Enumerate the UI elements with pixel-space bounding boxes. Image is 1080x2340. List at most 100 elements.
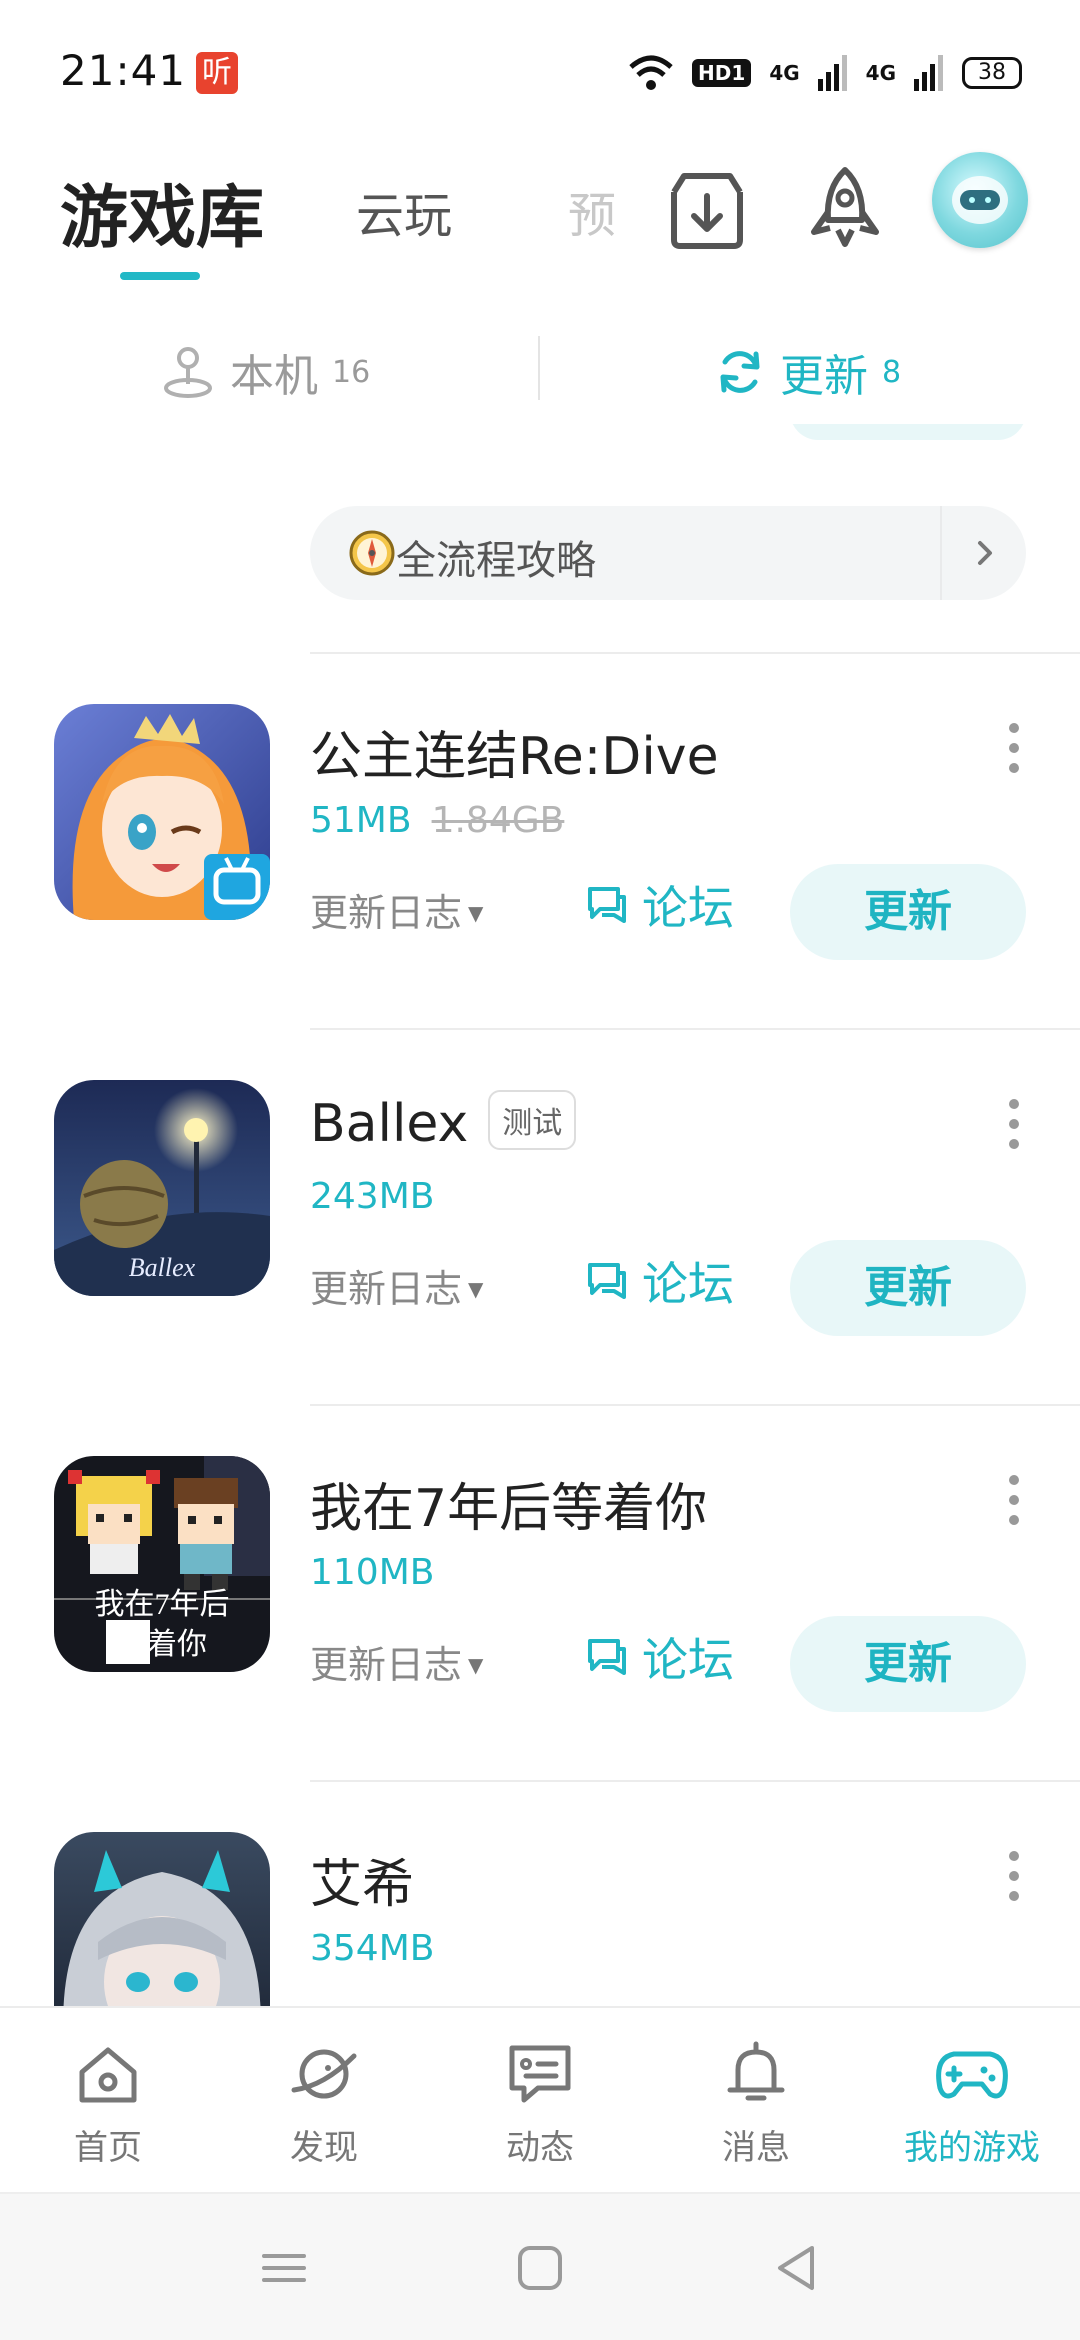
game-item-ballex[interactable]: Ballex Ballex 测试 243MB 更新日志 ▼ 论坛 更新 <box>0 1050 1080 1425</box>
wait-icon-title-line1: 我在7年后 <box>95 1588 230 1621</box>
tab-game-library[interactable]: 游戏库 <box>60 162 264 261</box>
caret-down-icon: ▼ <box>468 1653 484 1677</box>
filter-divider <box>538 336 540 400</box>
guide-separator <box>940 506 942 600</box>
nav-feed[interactable]: 动态 <box>432 2038 648 2169</box>
forum-link[interactable]: 论坛 <box>584 1248 734 1314</box>
game-update-list[interactable]: 全流程攻略 公主连结Re:Dive 51MB 1.84GB 更新日志 ▼ 论坛 … <box>0 424 1080 2006</box>
gamepad-icon <box>936 2051 1008 2099</box>
feed-chat-icon <box>509 2045 571 2103</box>
full-walkthrough-guide-bar[interactable]: 全流程攻略 <box>310 506 1026 600</box>
recent-apps-icon[interactable] <box>256 2240 312 2296</box>
hd-network-badge: HD1 <box>692 59 752 87</box>
listen-app-badge-icon: 听 <box>196 52 238 94</box>
game-icon-icey[interactable] <box>54 1832 270 2006</box>
signal-bars-icon <box>817 55 847 91</box>
tab-cloud-play[interactable]: 云玩 <box>356 176 452 246</box>
game-icon-wait-for-you-in-7-years[interactable]: 我在7年后 等着你 <box>54 1456 270 1672</box>
game-icon-princess-connect[interactable] <box>54 704 270 920</box>
system-navigation-bar <box>0 2192 1080 2340</box>
game-item-wait-for-you-in-7-years[interactable]: 我在7年后 等着你 我在7年后等着你 110MB 更新日志 ▼ 论坛 更新 <box>0 1426 1080 1801</box>
game-size: 51MB 1.84GB <box>310 800 564 841</box>
game-item-princess-connect[interactable]: 公主连结Re:Dive 51MB 1.84GB 更新日志 ▼ 论坛 更新 <box>0 674 1080 1049</box>
caret-down-icon: ▼ <box>468 1277 484 1301</box>
status-icons: HD1 4G 4G 38 <box>628 50 1022 96</box>
list-divider <box>310 652 1080 654</box>
wifi-icon <box>629 55 673 90</box>
nav-home[interactable]: 首页 <box>0 2038 216 2169</box>
back-icon[interactable] <box>768 2240 824 2296</box>
changelog-toggle[interactable]: 更新日志 ▼ <box>310 882 483 937</box>
game-name[interactable]: 我在7年后等着你 <box>310 1466 707 1541</box>
planet-discover-icon <box>291 2049 357 2099</box>
filter-updates[interactable]: 更新 8 <box>714 340 901 404</box>
changelog-label: 更新日志 <box>310 891 463 935</box>
update-button[interactable]: 更新 <box>790 1616 1026 1712</box>
tab-preorder[interactable]: 预 <box>568 176 620 246</box>
list-divider <box>310 1780 1080 1782</box>
nav-my-games-label: 我的游戏 <box>904 2128 1040 2168</box>
home-system-icon[interactable] <box>512 2240 568 2296</box>
game-size: 354MB <box>310 1928 435 1969</box>
wait-icon-title-line2: 等着你 <box>117 1628 207 1661</box>
guide-label: 全流程攻略 <box>396 538 596 584</box>
nav-discover[interactable]: 发现 <box>216 2038 432 2169</box>
user-avatar[interactable] <box>932 152 1028 248</box>
forum-link[interactable]: 论坛 <box>584 872 734 938</box>
game-name[interactable]: 公主连结Re:Dive <box>310 714 719 789</box>
status-bar: 21:41 听 HD1 4G 4G 38 <box>0 0 1080 140</box>
bottom-navigation: 首页 发现 动态 消息 我的游戏 <box>0 2006 1080 2192</box>
nav-messages-label: 消息 <box>722 2128 790 2168</box>
previous-item-update-button[interactable] <box>790 424 1026 440</box>
signal-bars-icon-2 <box>914 55 943 91</box>
chevron-right-icon <box>978 541 992 565</box>
forum-chat-icon <box>588 1263 626 1299</box>
compass-icon <box>349 530 395 576</box>
game-size: 243MB <box>310 1176 435 1217</box>
filter-update-label: 更新 <box>780 351 868 402</box>
update-button[interactable]: 更新 <box>790 1240 1026 1336</box>
download-manager-icon[interactable] <box>662 162 752 252</box>
update-button[interactable]: 更新 <box>790 864 1026 960</box>
game-name[interactable]: 艾希 <box>310 1842 414 1917</box>
game-icon-ballex[interactable]: Ballex <box>54 1080 270 1296</box>
more-options-icon[interactable] <box>1004 1094 1024 1154</box>
more-options-icon[interactable] <box>1004 1470 1024 1530</box>
filter-row: 本机 16 更新 8 <box>0 316 1080 424</box>
battery-icon: 38 <box>962 57 1022 89</box>
game-name-row: Ballex 测试 <box>310 1090 577 1154</box>
forum-chat-icon <box>588 887 626 923</box>
local-device-icon <box>164 347 212 398</box>
changelog-label: 更新日志 <box>310 1643 463 1687</box>
signal-4g-label-1: 4G <box>769 61 800 85</box>
changelog-toggle[interactable]: 更新日志 ▼ <box>310 1634 483 1689</box>
bell-icon <box>727 2041 785 2101</box>
nav-my-games[interactable]: 我的游戏 <box>864 2038 1080 2169</box>
nav-feed-label: 动态 <box>506 2128 574 2168</box>
caret-down-icon: ▼ <box>468 901 484 925</box>
game-item-icey[interactable]: 艾希 354MB <box>0 1802 1080 2006</box>
filter-local-label: 本机 <box>230 351 318 402</box>
filter-update-count: 8 <box>882 354 902 390</box>
signal-4g-label-2: 4G <box>865 61 896 85</box>
filter-local-games[interactable]: 本机 16 <box>160 340 370 404</box>
forum-label: 论坛 <box>642 1633 734 1687</box>
status-time: 21:41 <box>60 46 187 95</box>
astronaut-avatar-icon <box>952 176 1008 224</box>
list-divider <box>310 1404 1080 1406</box>
nav-home-label: 首页 <box>74 2128 142 2168</box>
game-name[interactable]: Ballex <box>310 1094 468 1154</box>
nav-discover-label: 发现 <box>290 2128 358 2168</box>
forum-chat-icon <box>588 1639 626 1675</box>
more-options-icon[interactable] <box>1004 1846 1024 1906</box>
forum-label: 论坛 <box>642 881 734 935</box>
changelog-toggle[interactable]: 更新日志 ▼ <box>310 1258 483 1313</box>
test-badge: 测试 <box>488 1090 577 1150</box>
rocket-accelerator-icon[interactable] <box>800 162 890 252</box>
more-options-icon[interactable] <box>1004 718 1024 778</box>
forum-link[interactable]: 论坛 <box>584 1624 734 1690</box>
active-tab-indicator <box>120 272 200 280</box>
list-divider <box>310 1028 1080 1030</box>
filter-local-count: 16 <box>332 354 371 390</box>
nav-messages[interactable]: 消息 <box>648 2038 864 2169</box>
